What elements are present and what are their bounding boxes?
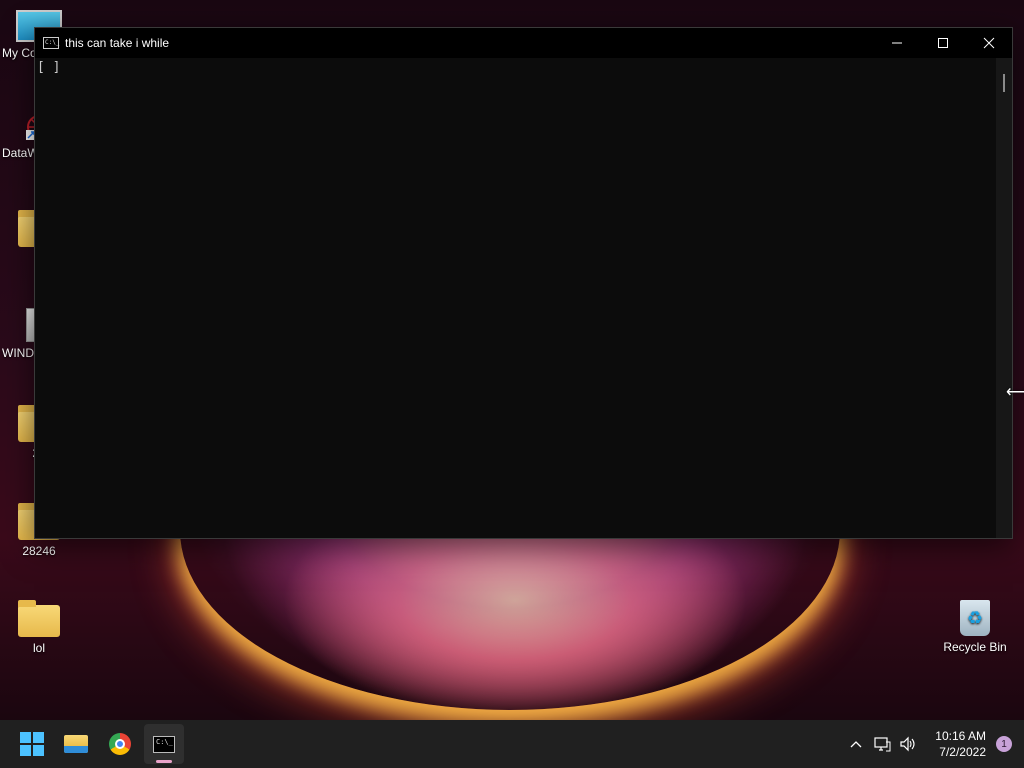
volume-icon[interactable] [895,724,921,764]
command-prompt-icon: C:\_ [153,735,175,753]
folder-icon [18,600,60,637]
chrome-icon [109,733,131,755]
minimize-button[interactable] [874,28,920,58]
desktop-icon-label: 28246 [22,544,56,558]
scrollbar-thumb[interactable] [1003,74,1005,92]
close-button[interactable] [966,28,1012,58]
window-titlebar[interactable]: C:\_ this can take i while [35,28,1012,58]
start-button[interactable] [12,724,52,764]
close-icon [983,37,995,49]
maximize-icon [938,38,948,48]
taskbar-clock[interactable]: 10:16 AM 7/2/2022 [935,728,986,760]
desktop-icon-label: Recycle Bin [943,640,1007,654]
desktop-icon-recycle-bin[interactable]: ♻ Recycle Bin [936,600,1014,654]
resize-cursor-icon: ⟷ [1006,384,1024,401]
minimize-icon [892,42,902,44]
vertical-scrollbar[interactable] [996,58,1012,538]
taskbar-file-explorer[interactable] [56,724,96,764]
desktop-icon-label: lol [32,641,45,655]
windows-logo-icon [20,732,44,756]
network-icon[interactable] [869,724,895,764]
file-explorer-icon [64,735,88,753]
clock-date: 7/2/2022 [939,745,986,759]
desktop-icon-lol[interactable]: lol [0,600,78,655]
system-tray: 10:16 AM 7/2/2022 1 [843,724,1024,764]
recycle-bin-icon: ♻ [960,600,990,636]
command-prompt-icon: C:\_ [43,37,59,49]
chevron-up-icon [850,741,862,748]
console-text: [ ] [37,60,61,75]
taskbar: C:\_ 10:16 AM 7/2/2022 1 [0,720,1024,768]
show-hidden-icons-button[interactable] [843,724,869,764]
maximize-button[interactable] [920,28,966,58]
console-output[interactable]: [ ] [35,58,996,538]
active-indicator [156,760,172,763]
taskbar-command-prompt[interactable]: C:\_ [144,724,184,764]
clock-time: 10:16 AM [935,729,986,743]
taskbar-chrome[interactable] [100,724,140,764]
console-window[interactable]: C:\_ this can take i while [ ] [34,27,1013,539]
notification-badge[interactable]: 1 [996,736,1012,752]
window-title: this can take i while [65,36,170,50]
